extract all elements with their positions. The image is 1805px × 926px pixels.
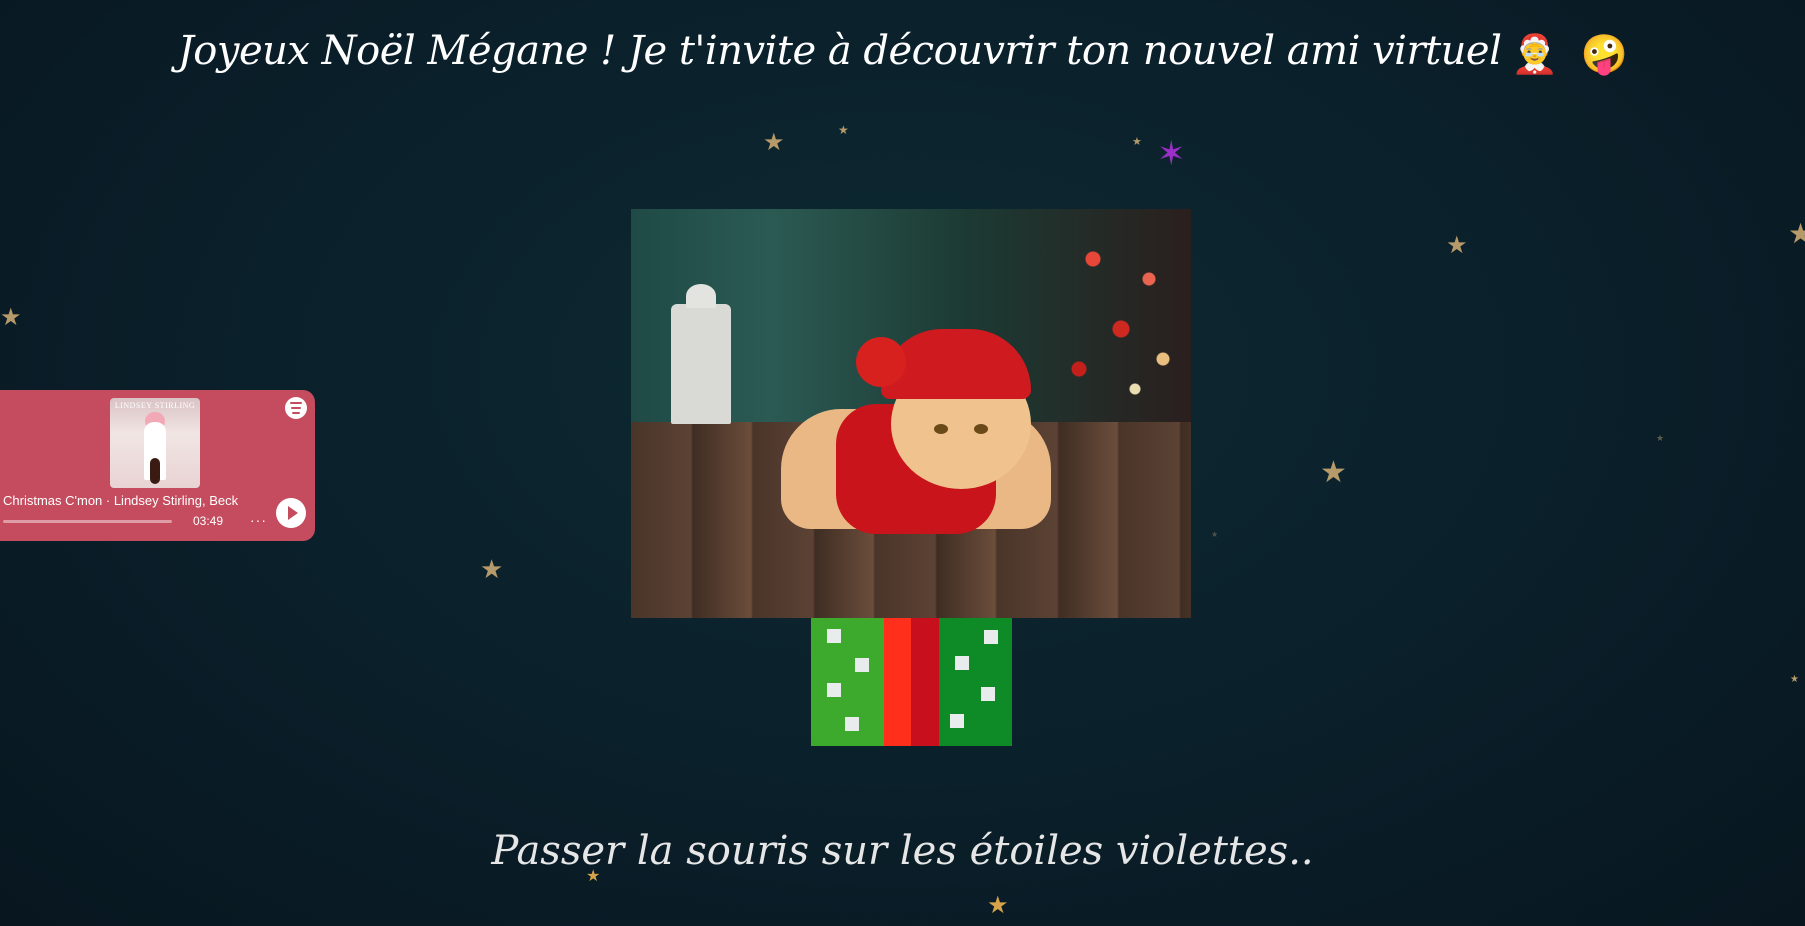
star-icon: ★	[480, 555, 504, 585]
star-icon: ★	[838, 123, 849, 137]
star-icon: ★	[1446, 231, 1468, 259]
santa-emoji-icon: 🤶	[1511, 31, 1559, 76]
progress-bar[interactable]	[3, 520, 172, 523]
christmas-cat-photo	[631, 209, 1191, 618]
zany-face-emoji-icon: 🤪	[1580, 31, 1628, 76]
purple-star-icon[interactable]: ✶	[1157, 137, 1186, 171]
more-options-button[interactable]: ···	[250, 512, 267, 528]
cover-violin	[150, 458, 160, 484]
gift-dot	[827, 683, 841, 697]
star-icon: ★	[1788, 217, 1805, 250]
gift-dot	[984, 630, 998, 644]
cat-eye-right	[974, 424, 988, 434]
star-icon: ★	[1656, 434, 1665, 444]
star-icon: ★	[1320, 455, 1347, 490]
gift-panel-right	[939, 618, 1012, 746]
spotify-icon[interactable]	[285, 397, 307, 419]
gift-dot	[845, 717, 859, 731]
star-icon: ★	[1790, 674, 1799, 685]
gift-panel-left	[811, 618, 884, 746]
title-text: Joyeux Noël Mégane ! Je t'invite à décou…	[177, 28, 1502, 74]
album-cover: LINDSEY STIRLING	[110, 398, 200, 488]
gift-ribbon-red	[884, 618, 911, 746]
star-icon: ★	[1211, 530, 1219, 539]
star-icon: ★	[763, 128, 785, 156]
star-icon: ★	[0, 303, 22, 331]
gift-dot	[955, 656, 969, 670]
track-duration: 03:49	[193, 514, 224, 528]
gift-box[interactable]	[811, 618, 1012, 746]
hat-pompom	[856, 337, 906, 387]
track-title: Christmas C'mon · Lindsey Stirling, Beck	[3, 493, 239, 508]
christmas-lights	[1051, 219, 1191, 419]
play-button[interactable]	[276, 498, 306, 528]
lantern	[671, 284, 731, 424]
star-icon: ★	[1132, 135, 1142, 148]
page-title: Joyeux Noël Mégane ! Je t'invite à décou…	[0, 28, 1805, 77]
gift-dot	[855, 658, 869, 672]
gift-dot	[981, 687, 995, 701]
cat-eye-left	[934, 424, 948, 434]
star-icon: ★	[987, 891, 1009, 919]
album-cover-text: LINDSEY STIRLING	[114, 401, 196, 410]
gift-dot	[827, 629, 841, 643]
hover-hint: Passer la souris sur les étoiles violett…	[491, 828, 1314, 874]
gift-dot	[950, 714, 964, 728]
gift-ribbon-dark-red	[911, 618, 939, 746]
spotify-player: LINDSEY STIRLING Christmas C'mon · Linds…	[0, 390, 315, 541]
